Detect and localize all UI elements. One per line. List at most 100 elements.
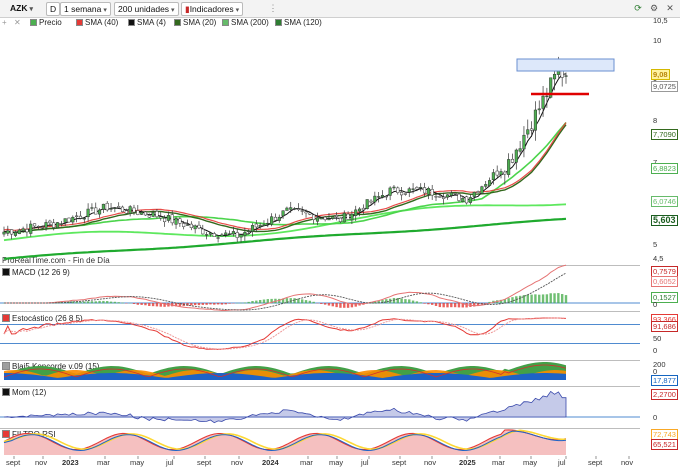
candle-body [518,148,522,152]
candle-body [17,229,21,235]
macd-histogram-bar [197,303,201,306]
candle-body [285,207,289,211]
candle-body [170,214,174,224]
macd-histogram-bar [220,303,224,305]
candle-body [331,216,335,219]
macd-axis: 0,7579 0,6052 0,1527 0 [641,265,680,310]
candle-body [220,234,224,237]
macd-histogram-bar [457,303,461,308]
x-axis-label: may [329,458,344,467]
candle-body [98,209,102,215]
chart-canvas[interactable] [0,0,640,468]
price-tick: 4,5 [653,254,664,263]
macd-histogram-bar [541,294,545,304]
price-tick: 10,5 [653,16,668,25]
candle-body [71,216,75,223]
price-axis[interactable]: 10,5 10 9 8 7 6 5 4,5 9,08 9,0725 7,7090… [641,17,680,265]
macd-histogram-bar [526,294,529,304]
candle-body [445,194,450,198]
gear-icon[interactable]: ⚙ [648,2,660,14]
candle-body [430,189,434,196]
candle-body [212,233,216,237]
candle-body [25,229,29,233]
candle-body [235,232,239,238]
macd-histogram-bar [251,300,254,304]
macd-histogram-bar [400,298,403,304]
candle-body [75,215,79,217]
candle-body [40,227,44,229]
candle-body [101,203,105,210]
candle-body [323,216,327,221]
close-icon[interactable]: ✕ [664,2,676,14]
macd-histogram-bar [312,301,315,304]
macd-histogram-bar [430,303,434,305]
macd-histogram-bar [113,301,117,304]
rsi-tag: 65,521 [651,439,678,450]
candle-body [82,218,86,220]
candle-body [495,170,499,176]
macd-histogram-bar [201,303,205,305]
macd-histogram-bar [557,293,560,304]
macd-histogram-bar [94,301,97,304]
candle-body [78,215,83,219]
candle-body [59,223,63,225]
candle-body [120,206,125,212]
candle-body [545,95,549,98]
candle-body [86,208,90,218]
x-axis-label: sept [6,458,21,467]
candle-body [327,218,331,221]
candle-body [224,232,228,236]
candle-body [365,199,369,210]
candle-body [117,206,121,208]
price-tick: 8 [653,116,658,125]
macd-histogram-bar [98,300,101,304]
candle-body [403,193,407,195]
candle-body [564,75,568,77]
candle-body [487,180,492,186]
macd-histogram-bar [255,300,258,304]
candle-body [449,192,453,196]
candle-body [243,232,247,236]
macd-histogram-bar [239,302,243,304]
candle-body [296,208,300,211]
candle-body [258,224,262,227]
candle-body [346,213,350,220]
macd-histogram-bar [190,303,193,306]
price-tag-sma120: 6,0746 [651,196,678,207]
candle-body [499,171,503,176]
macd-histogram-bar [434,303,438,306]
target-zone-box [516,58,615,72]
candle-body [239,234,243,238]
candle-body [319,217,323,220]
macd-histogram-bar [331,303,334,307]
macd-histogram-bar [549,293,552,304]
macd-histogram-bar [216,303,220,305]
stoch-k-line [3,317,567,350]
candle-body [105,202,109,211]
price-tag-sma200: 5,603 [651,215,678,226]
candle-body [289,207,293,210]
candle-body [419,186,423,189]
macd-histogram-bar [301,299,304,304]
macd-histogram-bar [106,301,109,304]
price-tick: 5 [653,240,658,249]
macd-histogram-bar [109,301,113,304]
macd-histogram-bar [79,301,82,304]
candle-body [151,212,155,217]
candle-body [480,186,484,194]
candle-body [208,232,212,235]
macd-histogram-bar [205,303,208,305]
macd-histogram-bar [484,303,487,304]
candle-body [407,188,411,193]
macd-histogram-bar [534,294,537,304]
candle-body [530,128,534,131]
price-tag-sma20: 7,7090 [651,129,678,140]
x-axis-label: nov [621,458,634,467]
candle-body [163,217,167,223]
macd-histogram-bar [343,303,346,308]
macd-histogram-bar [132,303,136,304]
candle-body [442,196,446,199]
candle-body [67,217,71,223]
x-axis-label: 2025 [459,458,476,467]
x-axis-label: sept [588,458,603,467]
